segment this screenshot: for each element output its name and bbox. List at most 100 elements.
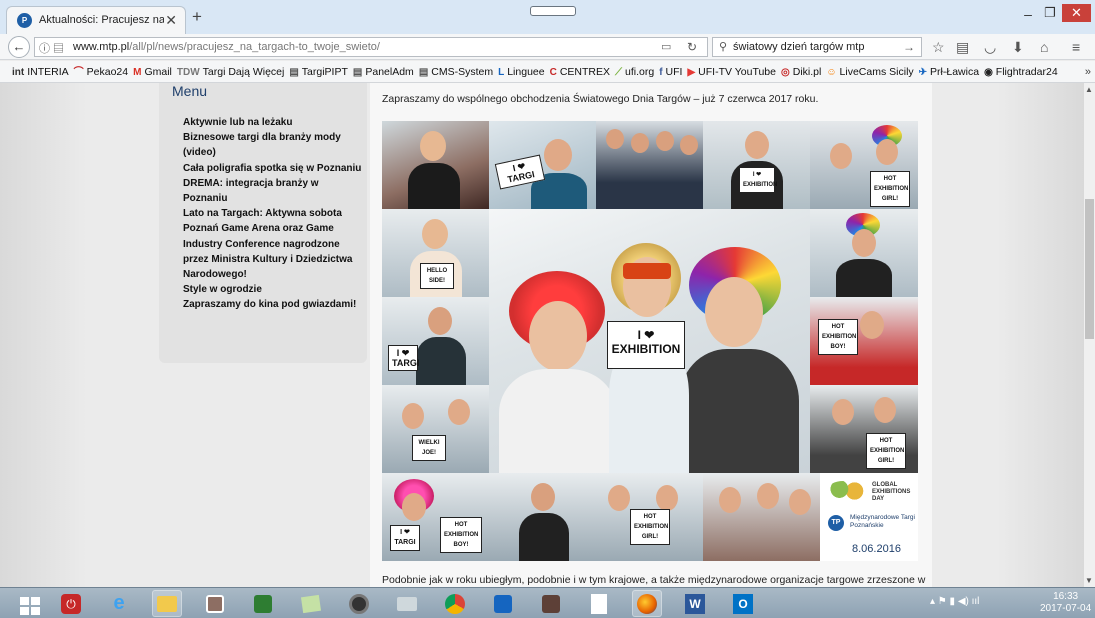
camera-app-icon[interactable] (200, 590, 230, 617)
person-body (416, 337, 466, 385)
photo-collage[interactable]: I ❤ TARGI I ❤ EXHIBITION HOT EXHIBITION … (382, 121, 918, 561)
bookmark-item[interactable]: C CENTREX (550, 61, 610, 82)
tab-title: Aktualności: Pracujesz na ta (39, 14, 164, 26)
person-body (679, 349, 799, 473)
file-explorer-icon[interactable] (152, 590, 182, 617)
bookmark-item[interactable]: ◉ Flightradar24 (984, 61, 1058, 82)
restore-button[interactable]: ❐ (1041, 5, 1059, 21)
bookmark-item[interactable]: ▶ UFI-TV YouTube (687, 61, 776, 82)
scrollbar-thumb[interactable] (1085, 199, 1094, 339)
bookmark-item[interactable]: f UFI (659, 61, 682, 82)
close-window-button[interactable]: ✕ (1062, 4, 1091, 22)
person-head (874, 397, 896, 423)
scroll-up-icon[interactable]: ▲ (1085, 85, 1093, 94)
sign-hello-side: HELLO SIDE! (420, 263, 454, 289)
menu-list: Aktywnie lub na leżaku Biznesowe targi d… (183, 115, 363, 313)
sign-hot-girl-2: HOT EXHIBITION GIRL! (630, 509, 670, 545)
bookmark-item[interactable]: ✈ Prł-Ławica (919, 61, 979, 82)
search-go-icon[interactable]: → (903, 40, 915, 54)
bookmark-label: INTERIA (27, 66, 69, 78)
reload-icon[interactable]: ↻ (687, 40, 697, 54)
bookmark-item[interactable]: ⌒ Pekao24 (73, 61, 128, 82)
sign-i-love-targi-3: I ❤ TARGI (390, 525, 420, 551)
tab-close-icon[interactable]: ✕ (165, 12, 177, 29)
bookmark-label: CMS-System (431, 66, 494, 78)
bookmark-item[interactable]: int INTERIA (12, 61, 69, 82)
menu-item-aktywnie[interactable]: Aktywnie lub na leżaku (183, 115, 363, 130)
reader-view-icon[interactable]: ▭ (661, 40, 671, 53)
system-tray[interactable]: ▴ ⚑ ▮ ◀) ııl (930, 596, 979, 607)
store-icon[interactable] (248, 590, 278, 617)
bookmark-label: Flightradar24 (995, 66, 1058, 78)
article-paragraph: Podobnie jak w roku ubiegłym, podobnie i… (382, 574, 926, 586)
back-button[interactable]: ← (8, 36, 30, 58)
site-info-icon[interactable]: ⓘ ▤ (39, 40, 64, 56)
pocket-icon[interactable]: ◡ (984, 39, 996, 55)
page-scrollbar[interactable]: ▲ ▼ (1084, 83, 1095, 587)
home-icon[interactable]: ⌂ (1040, 39, 1048, 55)
printer-icon[interactable] (392, 590, 422, 617)
chrome-icon[interactable] (440, 590, 470, 617)
bookmark-item[interactable]: TDW Targi Dają Więcej (176, 61, 284, 82)
person-head (631, 133, 649, 153)
bookmark-item[interactable]: ⟋ ufi.org (615, 61, 655, 82)
menu-item-game-arena[interactable]: Poznań Game Arena oraz Game Industry Con… (183, 221, 363, 282)
power-app-icon[interactable]: ⏻ (56, 590, 86, 617)
sign-hot-girl: HOT EXHIBITION GIRL! (866, 433, 906, 469)
person-head (680, 135, 698, 155)
bookmark-item[interactable]: ☺ LiveCams Sicily (826, 61, 913, 82)
bookmark-star-icon[interactable]: ☆ (932, 39, 945, 55)
sign-wielki-joe: WIELKI JOE! (412, 435, 446, 461)
menu-item-lato[interactable]: Lato na Targach: Aktywna sobota (183, 206, 363, 221)
menu-item-poligrafia[interactable]: Cała poligrafia spotka się w Poznaniu (183, 161, 363, 176)
new-tab-button[interactable]: + (192, 8, 202, 25)
bookmark-item[interactable]: ▤ CMS-System (419, 61, 494, 82)
window-drag-handle[interactable] (530, 6, 576, 16)
bookmark-pekao-icon: ⌒ (73, 67, 84, 78)
bookmarks-more-icon[interactable]: » (1081, 61, 1091, 82)
sticky-notes-icon[interactable] (296, 590, 326, 617)
bookmark-item[interactable]: ▤ TargiPIPT (289, 61, 348, 82)
menu-item-moda[interactable]: Biznesowe targi dla branży mody (video) (183, 130, 363, 160)
bookmark-item[interactable]: M Gmail (133, 61, 172, 82)
speaker-app-icon[interactable] (344, 590, 374, 617)
person-body (836, 259, 892, 297)
sign-hot-boy-2: HOT EXHIBITION BOY! (440, 517, 482, 553)
archive-app-icon[interactable] (536, 590, 566, 617)
url-bar[interactable]: ⓘ ▤ www.mtp.pl/all/pl/news/pracujesz_na_… (34, 37, 708, 57)
url-text[interactable]: www.mtp.pl/all/pl/news/pracujesz_na_targ… (73, 41, 380, 53)
menu-item-drema[interactable]: DREMA: integracja branży w Poznaniu (183, 176, 363, 206)
minimize-button[interactable]: – (1019, 6, 1037, 22)
outlook-icon[interactable]: O (728, 590, 758, 617)
bookmark-item[interactable]: L Linguee (498, 61, 544, 82)
search-input[interactable]: światowy dzień targów mtp (733, 41, 864, 53)
firefox-icon[interactable] (632, 590, 662, 617)
start-button[interactable] (8, 590, 44, 617)
menu-icon[interactable]: ≡ (1072, 39, 1080, 55)
menu-item-ogrod[interactable]: Style w ogrodzie (183, 282, 363, 297)
menu-title: Menu (172, 83, 208, 99)
search-bar[interactable]: ⚲ światowy dzień targów mtp → (712, 37, 922, 57)
document-icon[interactable] (584, 590, 614, 617)
active-tab[interactable]: P Aktualności: Pracujesz na ta ✕ (6, 6, 186, 34)
bookmark-label: Diki.pl (792, 66, 822, 78)
windows-logo-icon (20, 597, 40, 615)
bookmark-l-icon: L (498, 67, 505, 78)
sign-i-love-exhibition: I ❤ EXHIBITION (607, 321, 685, 369)
menu-item-kino[interactable]: Zapraszamy do kina pod gwiazdami! (183, 297, 363, 312)
internet-explorer-icon[interactable]: e (104, 590, 134, 617)
article-intro: Zapraszamy do wspólnego obchodzenia Świa… (382, 93, 819, 105)
scroll-down-icon[interactable]: ▼ (1085, 576, 1093, 585)
bookmark-item[interactable]: ▤ PanelAdm (352, 61, 414, 82)
remote-app-icon[interactable] (488, 590, 518, 617)
bookmark-label: ufi.org (625, 66, 655, 78)
downloads-icon[interactable]: ⬇ (1012, 39, 1024, 55)
article: Zapraszamy do wspólnego obchodzenia Świa… (370, 83, 932, 587)
bookmark-page-icon: ▤ (352, 67, 363, 78)
system-clock[interactable]: 16:33 2017-07-04 (1040, 591, 1091, 615)
reading-list-icon[interactable]: ▤ (956, 39, 969, 55)
bookmark-item[interactable]: ◎ Diki.pl (781, 61, 822, 82)
word-icon[interactable]: W (680, 590, 710, 617)
photo-tile: HELLO SIDE! (382, 209, 489, 297)
bookmark-tdw-icon: TDW (176, 67, 200, 78)
